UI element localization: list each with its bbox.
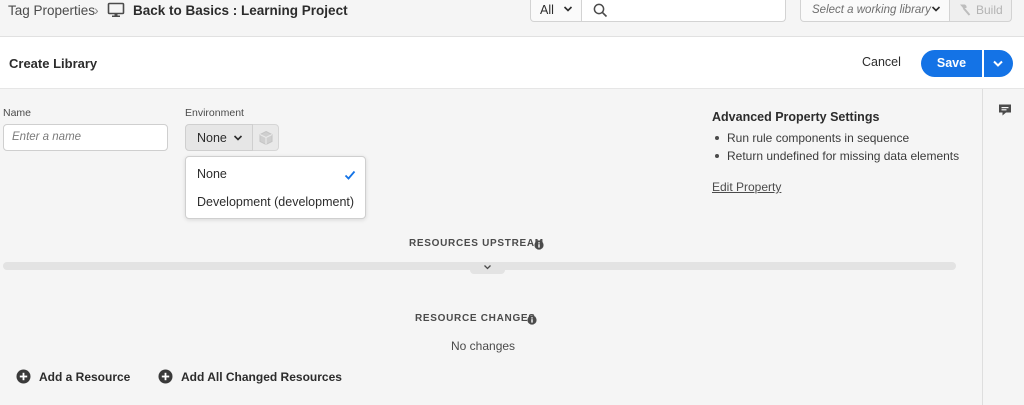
add-resource-button[interactable]: Add a Resource xyxy=(16,369,130,385)
add-all-changed-resources-button[interactable]: Add All Changed Resources xyxy=(158,369,342,385)
resource-changes-title: RESOURCE CHANGES xyxy=(415,313,536,324)
property-title: Back to Basics : Learning Project xyxy=(133,3,348,18)
bullet-icon xyxy=(715,135,719,140)
page-header: Create Library Cancel Save xyxy=(0,37,1024,89)
chevron-down-icon xyxy=(563,3,573,17)
chevron-down-icon xyxy=(233,132,243,146)
checkmark-icon xyxy=(344,168,356,186)
working-library-placeholder: Select a working library xyxy=(812,4,931,16)
resources-upstream-title: RESOURCES UPSTREAM xyxy=(409,238,544,249)
build-label: Build xyxy=(976,3,1003,17)
environment-create-button[interactable] xyxy=(253,124,279,151)
chevron-down-icon xyxy=(931,4,941,17)
info-icon[interactable] xyxy=(527,312,537,330)
edit-property-link[interactable]: Edit Property xyxy=(712,180,781,194)
dropdown-option-none[interactable]: None xyxy=(197,167,227,181)
scope-select[interactable]: All xyxy=(530,0,582,22)
right-rail xyxy=(982,89,1024,405)
add-all-changed-resources-label: Add All Changed Resources xyxy=(181,370,342,384)
search-input[interactable] xyxy=(581,0,786,22)
bullet-icon xyxy=(715,153,719,158)
name-placeholder: Enter a name xyxy=(12,131,82,143)
name-field[interactable]: Enter a name xyxy=(3,124,168,151)
environment-label: Environment xyxy=(185,107,244,119)
advanced-settings-title: Advanced Property Settings xyxy=(712,110,880,124)
save-options-button[interactable] xyxy=(984,50,1013,77)
top-bar: Tag Properties › Back to Basics : Learni… xyxy=(0,0,1024,37)
cancel-button[interactable]: Cancel xyxy=(862,55,901,69)
info-icon[interactable] xyxy=(534,237,544,255)
scope-value: All xyxy=(540,3,554,17)
expand-upstream-toggle[interactable] xyxy=(470,262,505,274)
page-title: Create Library xyxy=(9,56,98,71)
add-resource-label: Add a Resource xyxy=(39,370,131,384)
monitor-icon xyxy=(107,2,125,23)
build-button[interactable]: Build xyxy=(950,0,1012,22)
environment-dropdown-menu: None Development (development) xyxy=(185,156,366,219)
save-button[interactable]: Save xyxy=(921,50,982,77)
no-changes-text: No changes xyxy=(451,339,516,353)
environment-value: None xyxy=(197,131,227,145)
breadcrumb-root[interactable]: Tag Properties xyxy=(8,3,95,18)
advanced-setting-item: Run rule components in sequence xyxy=(713,131,909,145)
working-library-select[interactable]: Select a working library xyxy=(800,0,950,22)
dropdown-option-development[interactable]: Development (development) xyxy=(197,195,354,209)
main-content: Name Enter a name Environment None None … xyxy=(0,89,982,405)
breadcrumb-separator: › xyxy=(94,2,99,18)
advanced-setting-text: Run rule components in sequence xyxy=(727,131,910,145)
advanced-setting-text: Return undefined for missing data elemen… xyxy=(727,149,960,163)
advanced-setting-item: Return undefined for missing data elemen… xyxy=(713,149,959,163)
environment-select[interactable]: None xyxy=(185,124,253,151)
name-label: Name xyxy=(3,107,32,119)
